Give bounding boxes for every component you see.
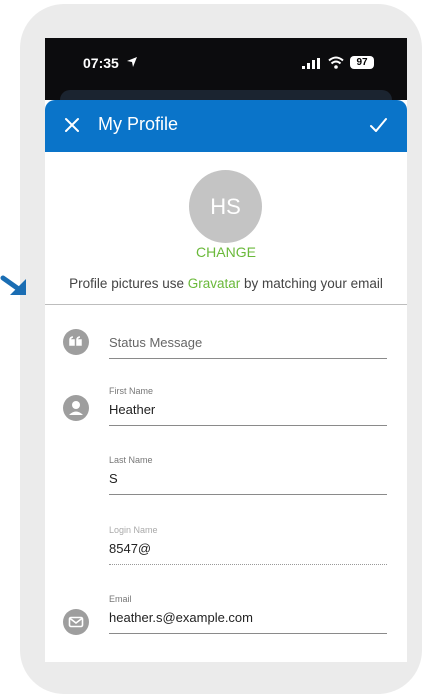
battery-indicator: 97 [350, 56, 374, 69]
gravatar-note-suffix: by matching your email [240, 276, 383, 291]
wifi-icon [328, 56, 344, 69]
gravatar-note-prefix: Profile pictures use [69, 276, 188, 291]
email-underline [109, 633, 387, 634]
mail-icon [63, 609, 89, 635]
email-label: Email [109, 594, 132, 604]
login-name-underline [109, 564, 387, 565]
status-message-placeholder: Status Message [109, 335, 203, 350]
save-check-icon[interactable] [367, 114, 389, 136]
first-name-value: Heather [109, 402, 156, 417]
location-arrow-icon [127, 57, 137, 67]
last-name-label: Last Name [109, 455, 153, 465]
app-header: My Profile [45, 100, 407, 152]
status-time: 07:35 [83, 55, 119, 71]
cellular-signal-icon [302, 58, 320, 69]
first-name-underline [109, 425, 387, 426]
status-message-field[interactable]: Status Message [109, 335, 387, 359]
page-title: My Profile [98, 114, 179, 134]
login-name-value: 8547@ [109, 541, 152, 556]
email-value: heather.s@example.com [109, 610, 253, 625]
first-name-label: First Name [109, 386, 154, 396]
email-field[interactable]: Email heather.s@example.com [109, 594, 387, 634]
status-underline [109, 358, 387, 359]
status-bar: 07:35 97 [45, 38, 407, 102]
last-name-value: S [109, 471, 118, 486]
gravatar-link[interactable]: Gravatar [188, 276, 241, 291]
close-icon[interactable] [61, 114, 83, 136]
gravatar-note: Profile pictures use Gravatar by matchin… [45, 276, 407, 291]
person-icon [63, 395, 89, 421]
avatar[interactable]: HS [189, 170, 262, 243]
annotation-arrow-icon [0, 275, 26, 295]
separator [45, 304, 407, 305]
last-name-field[interactable]: Last Name S [109, 455, 387, 495]
last-name-underline [109, 494, 387, 495]
quote-icon [63, 329, 89, 355]
login-name-field: Login Name 8547@ [109, 525, 387, 565]
first-name-field[interactable]: First Name Heather [109, 386, 387, 426]
login-name-label: Login Name [109, 525, 158, 535]
app-screen: 07:35 97 My Profile HS CHANGE Profile pi… [45, 38, 407, 662]
change-avatar-link[interactable]: CHANGE [45, 244, 407, 260]
